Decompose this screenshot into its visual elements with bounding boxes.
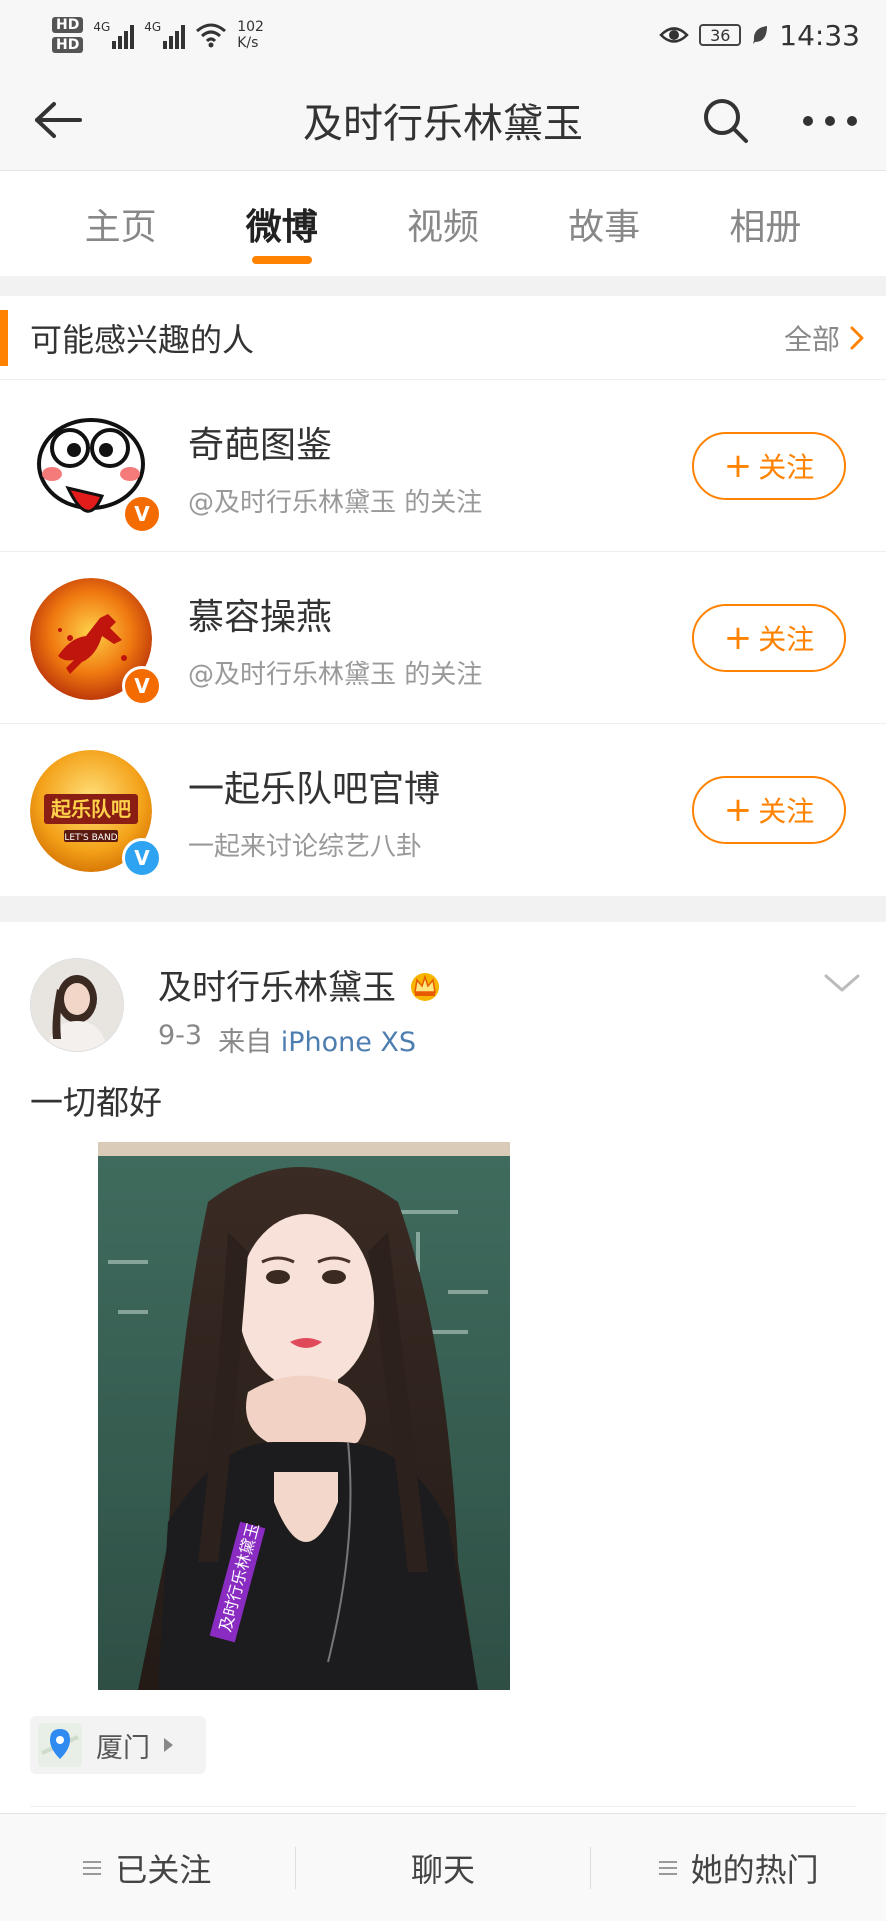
post-author-name: 及时行乐林黛玉 — [158, 968, 396, 1008]
list-icon — [658, 1860, 677, 1875]
plus-icon: + — [723, 446, 753, 486]
suggestions-all-link[interactable]: 全部 — [784, 318, 864, 358]
bottom-bar: 已关注 聊天 她的热门 — [0, 1813, 886, 1921]
tab-story[interactable]: 故事 — [544, 171, 664, 276]
net-speed-unit: K/s — [237, 35, 259, 51]
hd-label-1: HD — [52, 17, 84, 33]
follow-label: 关注 — [758, 623, 815, 656]
back-button[interactable] — [30, 96, 86, 144]
status-right: 36 14:33 — [659, 19, 860, 52]
signal-bars-icon — [112, 21, 135, 49]
clock: 14:33 — [779, 18, 860, 52]
plus-icon: + — [723, 618, 753, 658]
leaf-icon — [753, 26, 768, 44]
battery-icon: 36 — [699, 24, 742, 46]
location-name: 厦门 — [96, 1732, 150, 1764]
band-logo-text: 起乐队吧 — [50, 797, 131, 821]
plus-icon: + — [723, 790, 753, 830]
person-name[interactable]: 慕容操燕 — [188, 588, 332, 640]
suggestions-header: 可能感兴趣的人 全部 — [0, 296, 886, 380]
sim-label-1: 4G — [93, 20, 111, 34]
divider — [30, 1806, 856, 1807]
following-label: 已关注 — [115, 1850, 212, 1889]
accent-bar — [0, 310, 8, 366]
caret-right-icon — [164, 1738, 173, 1752]
eye-icon — [659, 27, 690, 43]
section-gap — [0, 896, 886, 922]
post-author[interactable]: 及时行乐林黛玉 — [158, 960, 444, 1009]
chat-button[interactable]: 聊天 — [296, 1814, 591, 1921]
person-name[interactable]: 奇葩图鉴 — [188, 416, 332, 468]
back-arrow-icon — [35, 102, 82, 138]
chat-label: 聊天 — [411, 1850, 476, 1889]
person-subtitle: 一起来讨论综艺八卦 — [188, 832, 423, 862]
status-bar: HD HD 4G 4G 102 K/s 36 14:33 — [0, 0, 886, 70]
section-gap — [0, 276, 886, 296]
person-subtitle: @及时行乐林黛玉 的关注 — [188, 660, 483, 690]
post-text: 一切都好 — [30, 1083, 162, 1122]
follow-button[interactable]: + 关注 — [692, 604, 846, 672]
post-source-prefix: 来自 — [218, 1027, 273, 1058]
signal-bars-icon — [163, 21, 186, 49]
battery-level: 36 — [710, 25, 731, 45]
suggestions-title: 可能感兴趣的人 — [30, 320, 255, 359]
signal-1: 4G — [93, 20, 135, 49]
post-date: 9-3 — [158, 1020, 203, 1051]
hd-badge: HD HD — [52, 17, 84, 53]
user-avatar-icon — [31, 959, 123, 1051]
post-author-avatar[interactable] — [30, 958, 124, 1052]
tab-weibo[interactable]: 微博 — [222, 171, 342, 276]
verified-badge: V — [122, 666, 162, 706]
weibo-post: 及时行乐林黛玉 9-3 来自 iPhone XS 一切都好 及时行乐林黛玉 厦门 — [0, 922, 886, 1810]
suggested-person[interactable]: 起乐队吧 LET'S BAND V 一起乐队吧官博 一起来讨论综艺八卦 + 关注 — [0, 724, 886, 896]
tab-album[interactable]: 相册 — [705, 171, 825, 276]
location-tag[interactable]: 厦门 — [30, 1716, 206, 1774]
following-button[interactable]: 已关注 — [0, 1814, 295, 1921]
suggestions-all-label: 全部 — [783, 322, 840, 356]
net-speed: 102 K/s — [237, 19, 264, 51]
crown-badge-icon — [411, 972, 439, 1001]
map-pin-icon — [38, 1723, 82, 1767]
tab-home[interactable]: 主页 — [61, 171, 181, 276]
wifi-icon — [196, 23, 227, 48]
post-image[interactable]: 及时行乐林黛玉 — [98, 1142, 510, 1690]
net-speed-value: 102 — [237, 19, 264, 35]
chevron-right-icon — [850, 326, 864, 349]
title-bar: 及时行乐林黛玉 — [0, 70, 886, 171]
post-source-link[interactable]: iPhone XS — [281, 1027, 416, 1058]
tab-video[interactable]: 视频 — [383, 171, 503, 276]
signal-2: 4G — [144, 20, 186, 49]
selfie-photo: 及时行乐林黛玉 — [98, 1142, 510, 1690]
sim-label-2: 4G — [144, 20, 162, 34]
follow-label: 关注 — [758, 451, 815, 484]
more-dots-icon — [803, 116, 857, 126]
follow-button[interactable]: + 关注 — [692, 432, 846, 500]
suggested-person[interactable]: V 慕容操燕 @及时行乐林黛玉 的关注 + 关注 — [0, 552, 886, 724]
person-name[interactable]: 一起乐队吧官博 — [188, 760, 440, 812]
chevron-down-icon — [824, 974, 860, 992]
search-icon — [704, 99, 748, 143]
profile-tabs: 主页 微博 视频 故事 相册 — [0, 171, 886, 276]
follow-label: 关注 — [758, 795, 815, 828]
verified-badge: V — [122, 838, 162, 878]
person-subtitle: @及时行乐林黛玉 的关注 — [188, 488, 483, 518]
hd-label-2: HD — [52, 37, 84, 53]
post-meta: 9-3 来自 iPhone XS — [158, 1020, 416, 1059]
verified-badge: V — [122, 494, 162, 534]
her-hot-label: 她的热门 — [690, 1850, 819, 1889]
post-menu-button[interactable] — [820, 962, 864, 1002]
status-left: HD HD 4G 4G 102 K/s — [52, 17, 264, 53]
her-hot-button[interactable]: 她的热门 — [591, 1814, 886, 1921]
follow-button[interactable]: + 关注 — [692, 776, 846, 844]
suggested-person[interactable]: V 奇葩图鉴 @及时行乐林黛玉 的关注 + 关注 — [0, 380, 886, 552]
band-logo-sub: LET'S BAND — [64, 833, 117, 843]
more-button[interactable] — [798, 98, 862, 144]
search-button[interactable] — [698, 94, 754, 148]
list-icon — [83, 1860, 102, 1875]
